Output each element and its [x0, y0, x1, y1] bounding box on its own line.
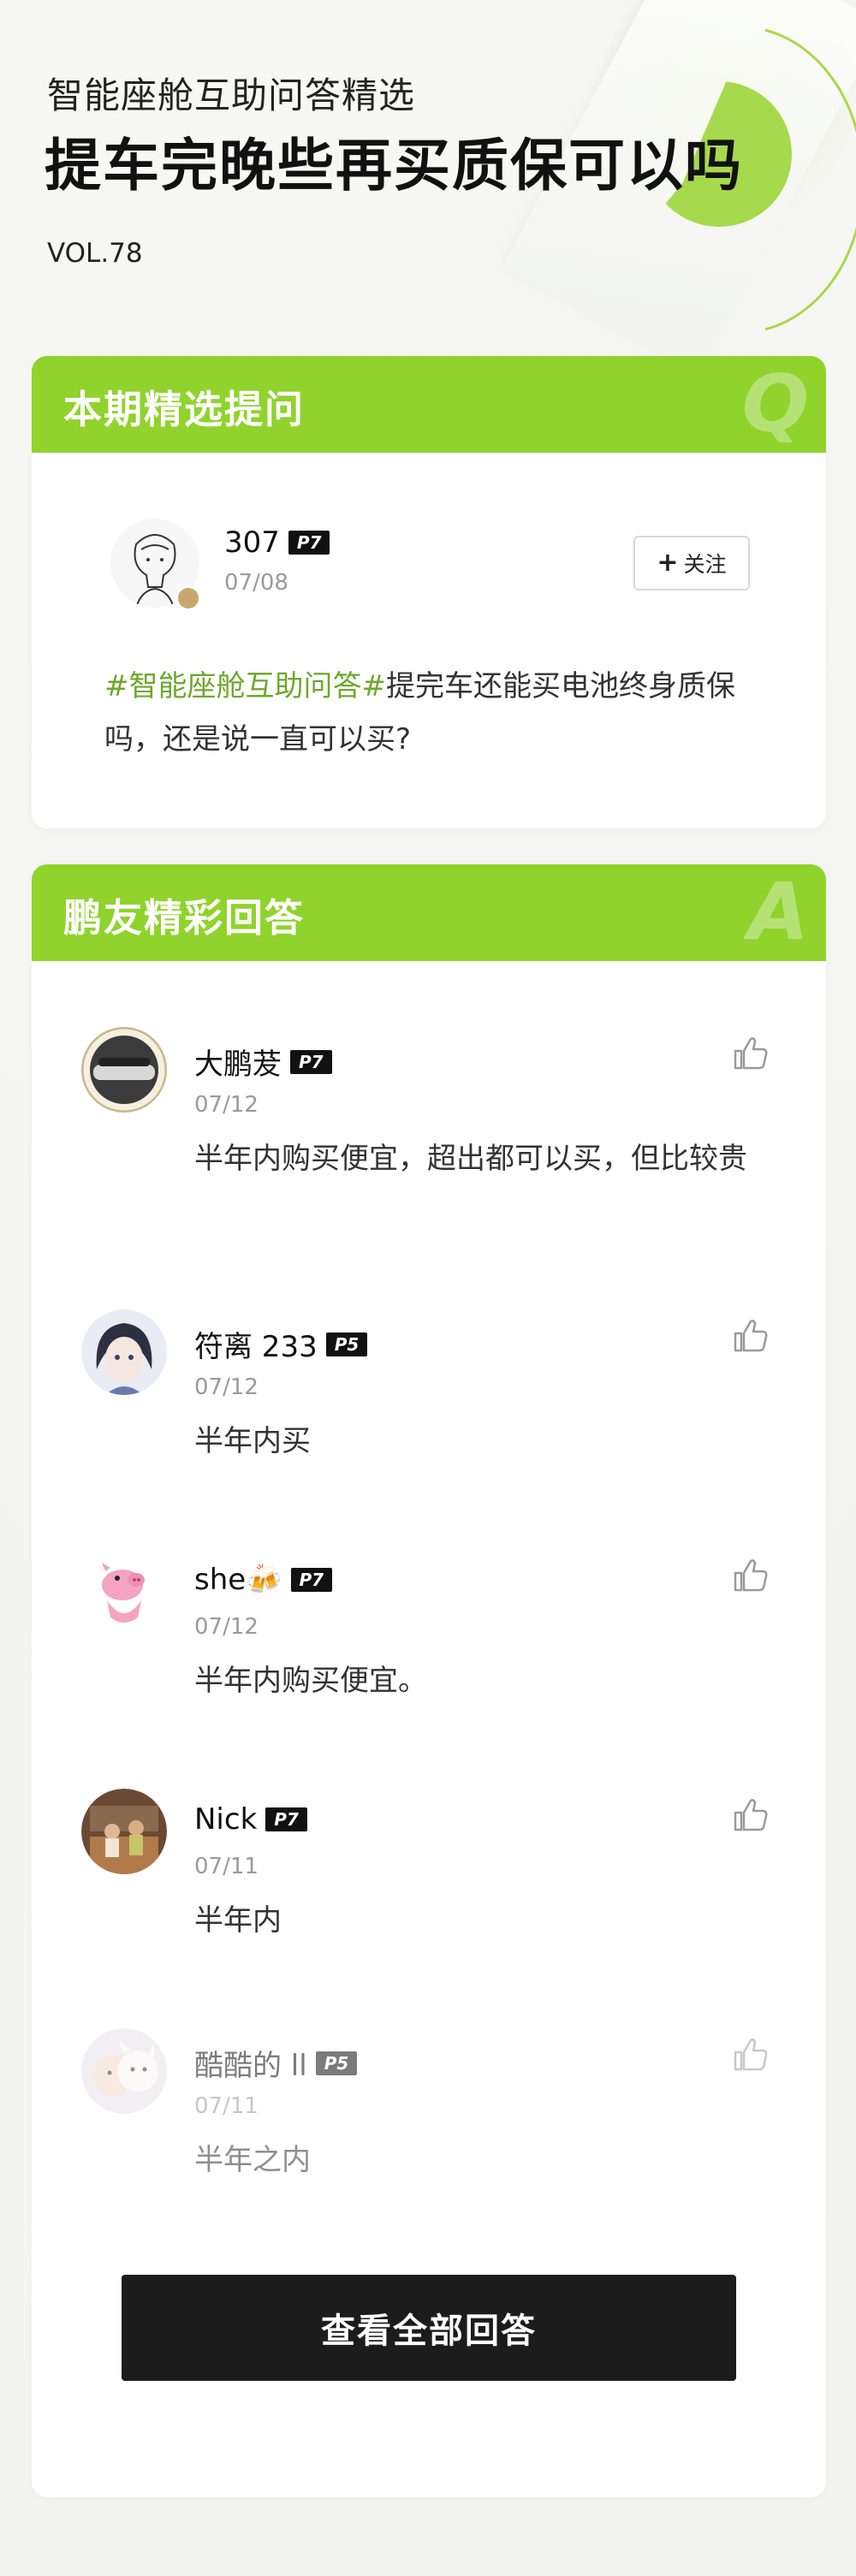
follow-button[interactable]: + 关注	[633, 536, 750, 591]
answer-item: 符离 233 P5 07/12 半年内买	[32, 1309, 826, 1523]
topic-hashtag[interactable]: #智能座舱互助问答#	[104, 669, 386, 703]
answer-text: 半年内买	[194, 1424, 311, 1458]
answer-name-row: she🍻 P7	[194, 1563, 333, 1597]
answer-name-row: Nick P7	[194, 1802, 307, 1837]
thumbs-up-icon[interactable]	[732, 1556, 770, 1594]
avatar-medal-icon	[175, 585, 201, 611]
page-title: 提车完晚些再买质保可以吗	[45, 133, 743, 199]
level-badge: P7	[290, 1568, 333, 1592]
answerer-name[interactable]: 酷酷的 ll	[194, 2042, 307, 2084]
level-badge: P7	[265, 1807, 307, 1831]
question-text: #智能座舱互助问答#提完车还能买电池终身质保吗，还是说一直可以买?	[104, 660, 764, 766]
answer-date: 07/11	[194, 2093, 259, 2119]
question-card-title: 本期精选提问	[63, 387, 306, 432]
answer-date: 07/12	[194, 1614, 259, 1640]
answer-avatar[interactable]	[81, 1549, 167, 1635]
answer-item: 大鹏茇 P7 07/12 半年内购买便宜，超出都可以买，但比较贵	[32, 1027, 826, 1241]
answer-date: 07/11	[194, 1854, 259, 1879]
answerer-name[interactable]: she🍻	[194, 1563, 282, 1597]
pink-pig-avatar-icon	[81, 1549, 167, 1635]
asker-name[interactable]: 307	[224, 525, 280, 560]
answer-text: 半年之内	[194, 2143, 311, 2177]
level-badge: P5	[315, 2051, 358, 2075]
car-avatar-icon	[81, 1027, 167, 1113]
answers-card-header: 鹏友精彩回答 A	[32, 864, 826, 961]
plus-icon: +	[657, 548, 679, 578]
answer-text: 半年内	[194, 1903, 282, 1938]
level-badge: P5	[325, 1332, 368, 1356]
thumbs-up-icon[interactable]	[732, 2035, 770, 2073]
answers-card-title: 鹏友精彩回答	[63, 895, 306, 941]
answer-date: 07/12	[194, 1092, 259, 1118]
asker-name-row: 307 P7	[224, 525, 330, 560]
a-letter-icon: A	[747, 866, 809, 958]
answerer-name[interactable]: 符离 233	[194, 1323, 318, 1365]
q-letter-icon: Q	[741, 358, 809, 449]
answer-name-row: 符离 233 P5	[194, 1323, 368, 1365]
answer-avatar[interactable]	[81, 1027, 167, 1113]
level-badge: P7	[288, 531, 330, 555]
dog-avatar-icon	[81, 2028, 167, 2114]
photo-avatar-icon	[81, 1789, 167, 1874]
answer-avatar[interactable]	[81, 2028, 167, 2114]
question-card: 本期精选提问 Q 307 P7 07/08 + 关注 #智能座舱互助问答#提完车…	[32, 356, 826, 828]
answer-date: 07/12	[194, 1374, 259, 1400]
answerer-name[interactable]: 大鹏茇	[194, 1041, 282, 1083]
follow-label: 关注	[683, 552, 727, 577]
thumbs-up-icon[interactable]	[732, 1795, 770, 1833]
level-badge: P7	[290, 1049, 332, 1074]
answer-item: she🍻 P7 07/12 半年内购买便宜。	[32, 1549, 826, 1763]
answer-name-row: 大鹏茇 P7	[194, 1041, 332, 1083]
answer-text: 半年内购买便宜，超出都可以买，但比较贵	[194, 1142, 747, 1176]
answer-item: 酷酷的 ll P5 07/11 半年之内	[32, 2028, 826, 2242]
volume-number: VOL.78	[47, 238, 143, 269]
answerer-name[interactable]: Nick	[194, 1802, 257, 1837]
answer-avatar[interactable]	[81, 1789, 167, 1874]
anime-girl-avatar-icon	[81, 1309, 167, 1395]
view-all-answers-button[interactable]: 查看全部回答	[122, 2275, 736, 2381]
answers-card: 鹏友精彩回答 A 大鹏茇 P7 07/12 半年内购买便宜，超出都可以买，但比较…	[32, 864, 826, 2497]
answer-text: 半年内购买便宜。	[194, 1664, 427, 1698]
answer-avatar[interactable]	[81, 1309, 167, 1395]
page-header: 智能座舱互助问答精选 提车完晚些再买质保可以吗 VOL.78	[0, 0, 856, 355]
thumbs-up-icon[interactable]	[732, 1034, 770, 1071]
question-card-header: 本期精选提问 Q	[32, 356, 826, 453]
page-subtitle: 智能座舱互助问答精选	[47, 74, 416, 116]
thumbs-up-icon[interactable]	[732, 1316, 770, 1354]
answer-item: Nick P7 07/11 半年内	[32, 1789, 826, 2003]
answer-name-row: 酷酷的 ll P5	[194, 2042, 358, 2084]
question-date: 07/08	[224, 570, 288, 596]
